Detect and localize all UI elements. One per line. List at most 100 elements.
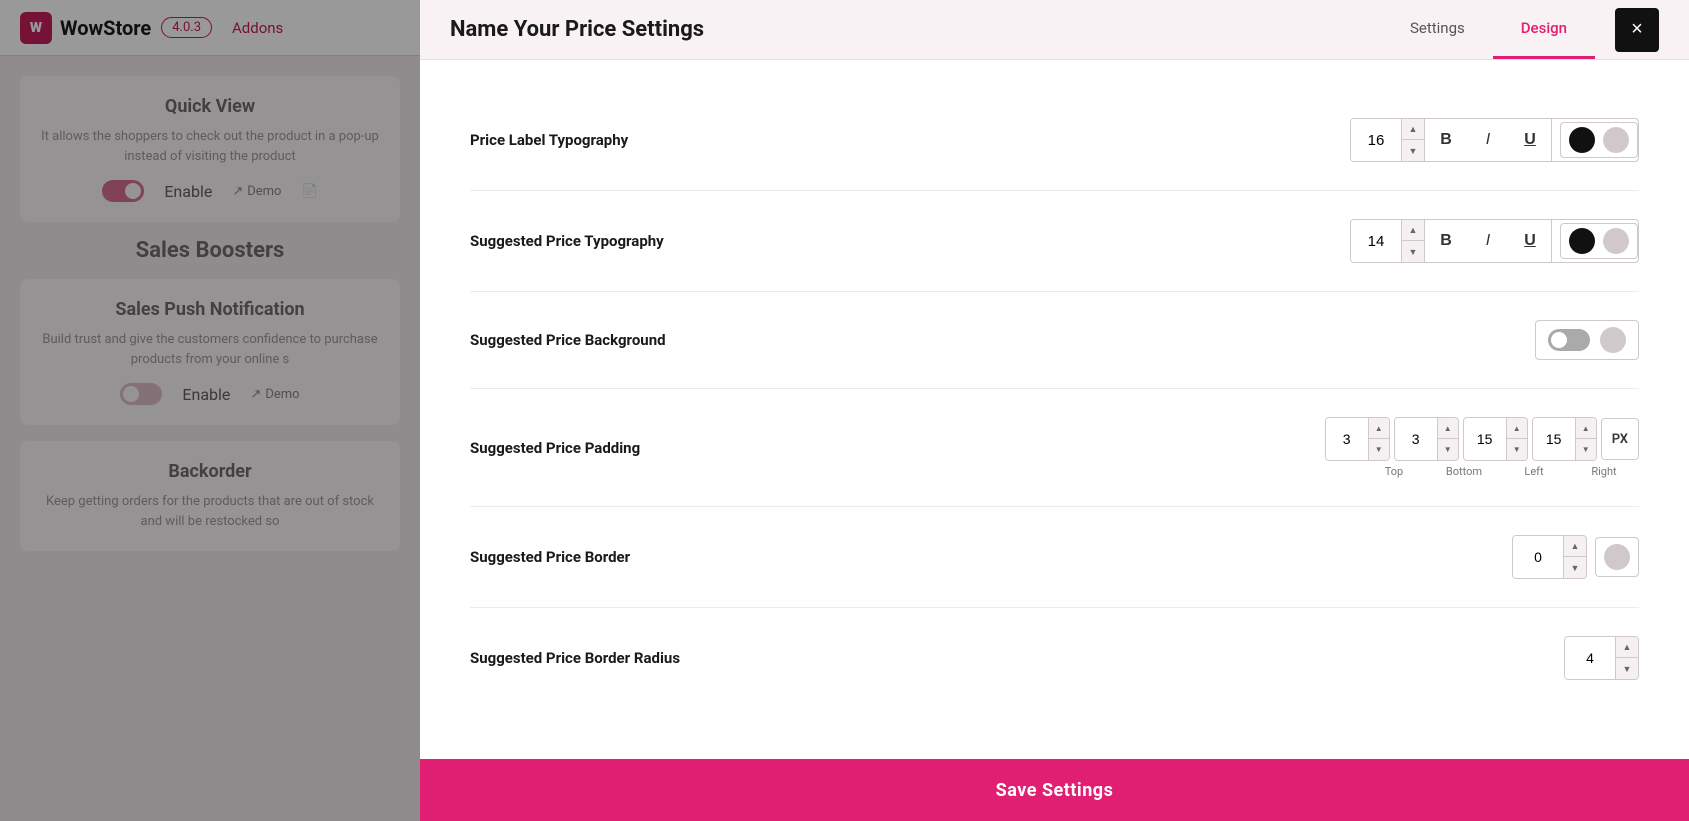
border-value-field: ▲ ▼	[1512, 535, 1587, 579]
suggested-price-typography-row: Suggested Price Typography ▲ ▼ B I U	[470, 191, 1639, 292]
padding-left-field: ▲ ▼	[1463, 417, 1528, 461]
tab-settings[interactable]: Settings	[1382, 0, 1493, 59]
padding-left-spinners: ▲ ▼	[1506, 418, 1527, 460]
save-settings-bar[interactable]: Save Settings	[420, 759, 1689, 821]
border-up[interactable]: ▲	[1564, 536, 1586, 557]
price-label-typography-row: Price Label Typography ▲ ▼ B I U	[470, 90, 1639, 191]
modal-close-button[interactable]: ×	[1615, 8, 1659, 52]
suggested-price-padding-control: ▲ ▼ ▲ ▼	[1325, 417, 1639, 478]
padding-top-input[interactable]	[1326, 418, 1368, 460]
price-label-size-down[interactable]: ▼	[1402, 140, 1424, 161]
price-label-color-light-swatch[interactable]	[1603, 127, 1629, 153]
price-label-color-pair	[1560, 122, 1638, 158]
suggested-price-color-pair	[1560, 223, 1638, 259]
padding-bottom-down[interactable]: ▼	[1438, 439, 1458, 460]
suggested-price-color-dark-swatch[interactable]	[1569, 228, 1595, 254]
padding-bottom-spinners: ▲ ▼	[1437, 418, 1458, 460]
modal-overlay[interactable]	[0, 0, 420, 821]
padding-top-down[interactable]: ▼	[1369, 439, 1389, 460]
padding-unit-label: PX	[1601, 418, 1639, 460]
padding-left-axis-label: Left	[1503, 465, 1565, 478]
price-label-size-input[interactable]	[1351, 119, 1401, 161]
suggested-price-color-light-swatch[interactable]	[1603, 228, 1629, 254]
suggested-price-bold-button[interactable]: B	[1425, 220, 1467, 262]
padding-right-field: ▲ ▼	[1532, 417, 1597, 461]
suggested-price-border-label: Suggested Price Border	[470, 548, 1512, 566]
border-color-swatch-box	[1595, 537, 1639, 577]
radius-spinners: ▲ ▼	[1615, 637, 1638, 679]
suggested-price-typo-box: ▲ ▼ B I U	[1350, 219, 1639, 263]
save-settings-label: Save Settings	[996, 780, 1114, 801]
radius-field: ▲ ▼	[1564, 636, 1639, 680]
padding-right-input[interactable]	[1533, 418, 1575, 460]
radius-up[interactable]: ▲	[1616, 637, 1638, 658]
price-label-underline-button[interactable]: U	[1509, 119, 1551, 161]
suggested-price-typography-control: ▲ ▼ B I U	[1350, 219, 1639, 263]
suggested-price-border-radius-row: Suggested Price Border Radius ▲ ▼	[470, 608, 1639, 708]
border-color-swatch[interactable]	[1604, 544, 1630, 570]
padding-bottom-up[interactable]: ▲	[1438, 418, 1458, 439]
padding-axis-labels: Top Bottom Left Right	[1363, 465, 1639, 478]
padding-top-spinners: ▲ ▼	[1368, 418, 1389, 460]
padding-left-down[interactable]: ▼	[1507, 439, 1527, 460]
close-icon: ×	[1631, 18, 1643, 41]
suggested-price-size-down[interactable]: ▼	[1402, 241, 1424, 262]
price-label-bold-button[interactable]: B	[1425, 119, 1467, 161]
tab-design[interactable]: Design	[1493, 0, 1595, 59]
padding-left-input[interactable]	[1464, 418, 1506, 460]
padding-bottom-axis-label: Bottom	[1433, 465, 1495, 478]
padding-inputs: ▲ ▼ ▲ ▼	[1325, 417, 1639, 461]
suggested-price-background-row: Suggested Price Background	[470, 292, 1639, 389]
price-label-typo-box: ▲ ▼ B I U	[1350, 118, 1639, 162]
price-label-size-up[interactable]: ▲	[1402, 119, 1424, 140]
padding-top-up[interactable]: ▲	[1369, 418, 1389, 439]
border-down[interactable]: ▼	[1564, 557, 1586, 578]
padding-control-box: ▲ ▼ ▲ ▼	[1325, 417, 1639, 478]
modal-panel: Name Your Price Settings Settings Design…	[420, 0, 1689, 821]
suggested-price-typography-label: Suggested Price Typography	[470, 232, 1350, 250]
suggested-price-size-up[interactable]: ▲	[1402, 220, 1424, 241]
price-label-color-dark-swatch[interactable]	[1569, 127, 1595, 153]
padding-right-up[interactable]: ▲	[1576, 418, 1596, 439]
suggested-price-size-spinners: ▲ ▼	[1401, 220, 1424, 262]
suggested-price-underline-button[interactable]: U	[1509, 220, 1551, 262]
suggested-price-italic-button[interactable]: I	[1467, 220, 1509, 262]
padding-top-field: ▲ ▼	[1325, 417, 1390, 461]
suggested-price-size-input[interactable]	[1351, 220, 1401, 262]
padding-left-up[interactable]: ▲	[1507, 418, 1527, 439]
padding-bottom-input[interactable]	[1395, 418, 1437, 460]
suggested-price-padding-label: Suggested Price Padding	[470, 439, 1325, 457]
suggested-price-bg-toggle-box	[1535, 320, 1639, 360]
modal-tabs: Settings Design	[1382, 0, 1595, 59]
radius-input[interactable]	[1565, 637, 1615, 679]
suggested-price-bg-color-swatch[interactable]	[1600, 327, 1626, 353]
padding-bottom-field: ▲ ▼	[1394, 417, 1459, 461]
border-spinners: ▲ ▼	[1563, 536, 1586, 578]
suggested-price-size-wrapper: ▲ ▼	[1351, 220, 1424, 262]
typo-divider-4	[1551, 220, 1552, 262]
padding-top-axis-label: Top	[1363, 465, 1425, 478]
typo-divider-2	[1551, 119, 1552, 161]
border-control-box: ▲ ▼	[1512, 535, 1639, 579]
suggested-price-border-radius-label: Suggested Price Border Radius	[470, 649, 1564, 667]
suggested-price-border-radius-control: ▲ ▼	[1564, 636, 1639, 680]
modal-header: Name Your Price Settings Settings Design…	[420, 0, 1689, 60]
modal-body: Price Label Typography ▲ ▼ B I U	[420, 60, 1689, 759]
price-label-size-wrapper: ▲ ▼	[1351, 119, 1424, 161]
suggested-price-padding-row: Suggested Price Padding ▲ ▼	[470, 389, 1639, 507]
price-label-typography-control: ▲ ▼ B I U	[1350, 118, 1639, 162]
padding-right-down[interactable]: ▼	[1576, 439, 1596, 460]
padding-right-spinners: ▲ ▼	[1575, 418, 1596, 460]
modal-title: Name Your Price Settings	[450, 17, 1382, 42]
padding-right-axis-label: Right	[1573, 465, 1635, 478]
price-label-typography-label: Price Label Typography	[470, 131, 1350, 149]
radius-down[interactable]: ▼	[1616, 658, 1638, 679]
suggested-price-background-label: Suggested Price Background	[470, 331, 1535, 349]
suggested-price-bg-toggle[interactable]	[1548, 329, 1590, 351]
suggested-price-border-control: ▲ ▼	[1512, 535, 1639, 579]
price-label-size-spinners: ▲ ▼	[1401, 119, 1424, 161]
suggested-price-background-control	[1535, 320, 1639, 360]
price-label-italic-button[interactable]: I	[1467, 119, 1509, 161]
border-value-input[interactable]	[1513, 536, 1563, 578]
suggested-price-border-row: Suggested Price Border ▲ ▼	[470, 507, 1639, 608]
